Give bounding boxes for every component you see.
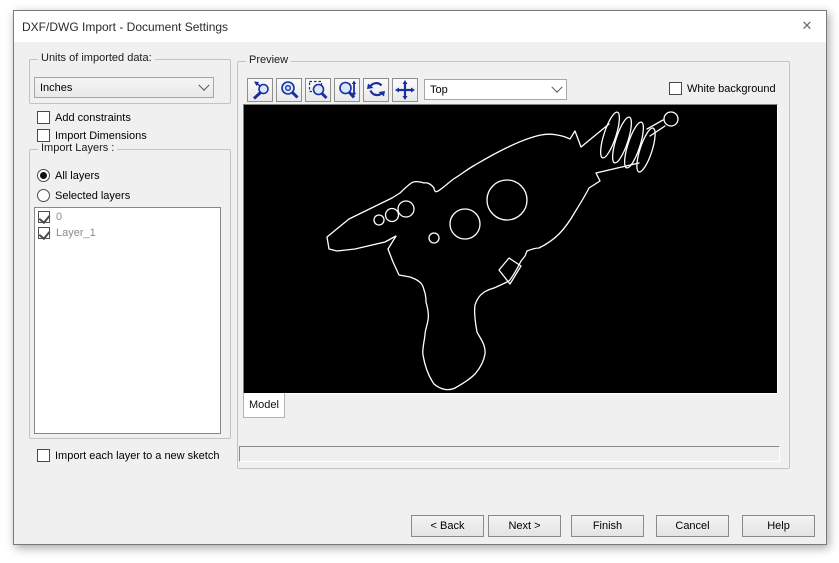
preview-toolbar: [247, 78, 418, 102]
checkbox-box: [669, 82, 682, 95]
help-button[interactable]: Help: [742, 515, 815, 537]
all-layers-radio[interactable]: All layers: [37, 169, 100, 182]
zoom-to-area-button[interactable]: [305, 78, 331, 102]
cancel-button[interactable]: Cancel: [656, 515, 729, 537]
add-constraints-checkbox[interactable]: Add constraints: [37, 111, 131, 124]
checkbox-box: [37, 129, 50, 142]
zoom-in-out-icon: [339, 80, 357, 99]
zoom-to-area-icon: [308, 80, 328, 100]
cancel-button-label: Cancel: [675, 520, 710, 532]
view-orientation-value: Top: [430, 83, 448, 96]
selected-layers-label: Selected layers: [55, 189, 131, 202]
next-button[interactable]: Next >: [488, 515, 561, 537]
zoom-to-fit-icon: [281, 81, 299, 99]
progress-bar: [239, 446, 780, 462]
help-button-label: Help: [767, 520, 790, 532]
next-button-label: Next >: [508, 520, 541, 532]
zoom-to-selection-icon: [252, 81, 269, 100]
units-combobox-value: Inches: [40, 81, 73, 94]
white-background-checkbox[interactable]: White background: [669, 82, 776, 95]
import-each-layer-checkbox[interactable]: Import each layer to a new sketch: [37, 449, 219, 462]
zoom-in-out-button[interactable]: [334, 78, 360, 102]
back-button[interactable]: < Back: [411, 515, 484, 537]
import-dimensions-label: Import Dimensions: [55, 129, 147, 142]
chevron-down-icon: [548, 80, 566, 99]
units-combobox[interactable]: Inches: [34, 77, 214, 98]
title-bar: DXF/DWG Import - Document Settings ✕: [14, 11, 826, 42]
pan-button[interactable]: [392, 78, 418, 102]
preview-canvas[interactable]: [243, 104, 778, 394]
dialog-title: DXF/DWG Import - Document Settings: [22, 19, 229, 34]
list-item[interactable]: Layer_1: [35, 225, 220, 241]
units-group-label: Units of imported data:: [38, 52, 155, 64]
import-dimensions-checkbox[interactable]: Import Dimensions: [37, 129, 147, 142]
import-layers-group-label: Import Layers :: [38, 142, 118, 154]
rotate-view-icon: [367, 82, 385, 97]
add-constraints-label: Add constraints: [55, 111, 131, 124]
checkbox-box: [37, 449, 50, 462]
checked-checkbox-icon[interactable]: [38, 211, 50, 223]
zoom-to-selection-button[interactable]: [247, 78, 273, 102]
selected-layers-radio[interactable]: Selected layers: [37, 189, 130, 202]
white-background-label: White background: [687, 82, 776, 95]
close-icon[interactable]: ✕: [794, 14, 820, 38]
list-item[interactable]: 0: [35, 209, 220, 225]
preview-group-label: Preview: [246, 54, 292, 66]
finish-button[interactable]: Finish: [571, 515, 644, 537]
import-each-layer-label: Import each layer to a new sketch: [55, 449, 220, 462]
finish-button-label: Finish: [592, 520, 623, 532]
tab-model[interactable]: Model: [243, 393, 285, 418]
raygun-drawing: [326, 111, 679, 391]
layer-name: Layer_1: [56, 227, 96, 239]
chevron-down-icon: [195, 78, 213, 97]
radio-circle: [37, 169, 50, 182]
radio-circle: [37, 189, 50, 202]
layer-listbox[interactable]: 0 Layer_1: [34, 207, 221, 434]
checkbox-box: [37, 111, 50, 124]
back-button-label: < Back: [430, 520, 465, 532]
model-tab-label: Model: [249, 399, 279, 411]
zoom-to-fit-button[interactable]: [276, 78, 302, 102]
layer-name: 0: [56, 211, 63, 223]
dxf-dwg-import-dialog: DXF/DWG Import - Document Settings ✕ Uni…: [13, 10, 827, 545]
checked-checkbox-icon[interactable]: [38, 227, 50, 239]
pan-icon: [395, 80, 415, 100]
rotate-view-button[interactable]: [363, 78, 389, 102]
all-layers-label: All layers: [55, 169, 100, 182]
view-orientation-combobox[interactable]: Top: [424, 79, 567, 100]
